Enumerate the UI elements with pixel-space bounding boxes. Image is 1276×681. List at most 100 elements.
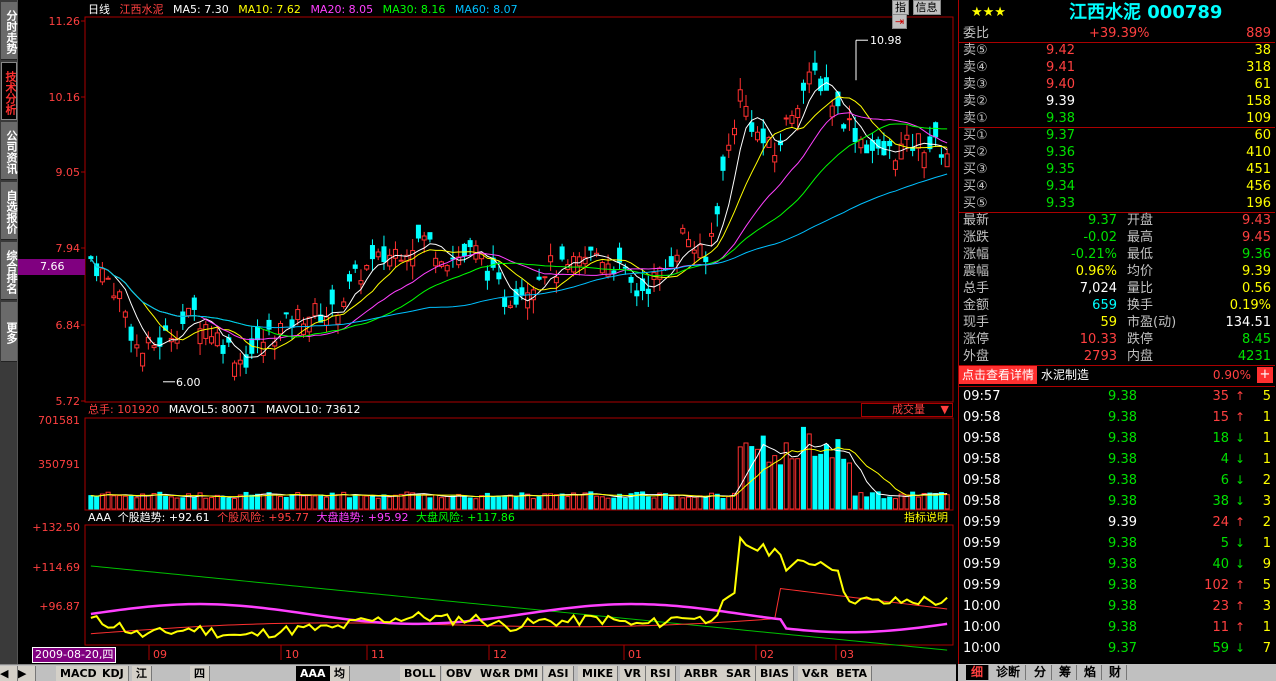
volume-bar — [800, 426, 806, 510]
stat-label: 开盘 — [1127, 213, 1154, 228]
stat-row: 震幅 0.96% 均价 9.39 — [959, 263, 1275, 280]
candle-body — [117, 291, 123, 300]
indicator-tab-1[interactable]: KDJ — [98, 666, 129, 681]
sell-row: 卖③ 9.40 61 — [959, 76, 1275, 93]
quote-tab-0[interactable]: 细 — [966, 665, 990, 680]
volume-bar — [260, 493, 266, 510]
volume-bar — [145, 495, 151, 510]
quote-tab-1[interactable]: 诊断 — [991, 665, 1027, 680]
left-tab-0[interactable]: 分时走势 — [1, 2, 18, 60]
candle-body — [364, 265, 370, 270]
volume-bar — [513, 496, 519, 510]
add-button[interactable]: + — [1257, 367, 1273, 383]
quote-tab-4[interactable]: 焰 — [1079, 665, 1103, 680]
volume-bar — [387, 496, 393, 510]
left-tab-2[interactable]: 公司资讯 — [1, 122, 18, 180]
candle-body — [214, 332, 220, 347]
stat-value: -0.21% — [1071, 247, 1117, 262]
volume-bar — [479, 495, 485, 510]
stat-label: 市盈(动) — [1127, 315, 1177, 330]
indicator-tab-5[interactable]: 均笔成交量 — [330, 666, 350, 681]
indicator-tab-17[interactable]: V&R — [798, 666, 834, 681]
volume-bar — [737, 446, 743, 510]
volume-bar — [864, 496, 870, 510]
volume-bar — [272, 493, 278, 510]
aaa-stock-risk: 个股风险: +95.77 — [217, 511, 310, 524]
volume-bar — [346, 497, 352, 510]
month-label: 03 — [840, 648, 854, 661]
sector-pct: 0.90% — [1212, 368, 1251, 382]
indicator-tab-15[interactable]: SAR — [722, 666, 756, 681]
stat-row: 外盘 2793 内盘 4231 — [959, 348, 1275, 365]
aaa-header: AAA 个股趋势: +92.61 个股风险: +95.77 大盘趋势: +95.… — [88, 511, 515, 525]
detail-button[interactable]: 点击查看详情 — [959, 366, 1038, 384]
candle-body — [645, 288, 651, 294]
indicator-tab-10[interactable]: ASI — [544, 666, 574, 681]
quote-tab-5[interactable]: 财 — [1104, 665, 1128, 680]
volume-bar — [915, 496, 921, 510]
tick-time: 10:00 — [963, 620, 1001, 635]
stat-row: 涨幅 -0.21% 最低 9.36 — [959, 246, 1275, 263]
tick-volume: 5 — [1220, 536, 1229, 551]
candle-body — [588, 246, 594, 251]
tick-time: 09:59 — [963, 515, 1001, 530]
left-tab-3[interactable]: 自选报价 — [1, 182, 18, 240]
indicator-tab-6[interactable]: BOLL — [400, 666, 441, 681]
candle-body — [668, 256, 674, 267]
buy-volume: 196 — [1246, 196, 1271, 211]
indicator-tab-2[interactable]: 江恩八线 — [132, 666, 152, 681]
indicator-tab-16[interactable]: BIAS — [756, 666, 794, 681]
indicator-tab-14[interactable]: ARBR — [680, 666, 723, 681]
volume-bar — [645, 496, 651, 510]
sell-label: 卖③ — [963, 77, 988, 92]
volume-bar — [680, 497, 686, 510]
candle-body — [369, 245, 375, 260]
scroll-left-icon[interactable]: ◀ — [0, 666, 18, 681]
tick-price: 9.37 — [1108, 641, 1137, 656]
quote-tab-3[interactable]: 筹 — [1054, 665, 1078, 680]
candle-body — [760, 128, 766, 144]
volume-bar — [249, 494, 255, 510]
indicator-tab-4[interactable]: AAA — [296, 666, 331, 681]
volume-dropdown[interactable]: 成交量 ▼ — [861, 403, 953, 417]
left-tab-1[interactable]: 技术分析 — [1, 62, 17, 120]
indicator-help-link[interactable]: 指标说明 — [904, 511, 948, 525]
indicator-tab-18[interactable]: BETA — [832, 666, 873, 681]
volume-bar — [318, 494, 324, 510]
candle-body — [283, 312, 289, 315]
scroll-right-icon[interactable]: ▶ — [18, 666, 36, 681]
volume-bar — [122, 495, 128, 510]
indicator-tab-12[interactable]: VR — [620, 666, 646, 681]
candle-body — [841, 124, 847, 129]
candle-body — [691, 249, 697, 254]
price-chart-header: 日线 江西水泥 MA5: 7.30 MA10: 7.62 MA20: 8.05 … — [88, 3, 518, 17]
month-label: 10 — [285, 648, 299, 661]
indicator-tab-0[interactable]: MACD — [56, 666, 102, 681]
ma-line — [90, 173, 948, 329]
candle-body — [536, 276, 542, 280]
tick-time: 09:58 — [963, 410, 1001, 425]
tick-volume: 4 — [1220, 452, 1229, 467]
volume-bar — [720, 498, 726, 510]
candle-body — [180, 311, 186, 324]
indicator-tab-9[interactable]: DMI — [510, 666, 544, 681]
exit-icon[interactable]: ⇥ — [892, 14, 908, 29]
quote-tab-2[interactable]: 分 — [1029, 665, 1053, 680]
candle-body — [634, 290, 640, 297]
indicator-tab-13[interactable]: RSI — [646, 666, 676, 681]
buy-row: 买③ 9.35 451 — [959, 161, 1275, 178]
tick-count: 1 — [1262, 452, 1271, 467]
indicator-tab-7[interactable]: OBV — [442, 666, 477, 681]
left-tab-4[interactable]: 综合排名 — [1, 242, 18, 300]
tick-price: 9.39 — [1108, 515, 1137, 530]
info-button[interactable]: 信息 — [912, 0, 941, 15]
candle-body — [553, 276, 559, 284]
volume-bar — [812, 455, 818, 510]
left-tab-5[interactable]: 更多 — [1, 302, 18, 362]
volume-bar — [651, 497, 657, 510]
indicator-button[interactable]: 指 — [892, 0, 909, 15]
indicator-tab-11[interactable]: MIKE — [578, 666, 619, 681]
indicator-tab-3[interactable]: 四号箱体公式源码 — [190, 666, 210, 681]
volume-bar — [174, 497, 180, 510]
candle-body — [266, 319, 272, 330]
